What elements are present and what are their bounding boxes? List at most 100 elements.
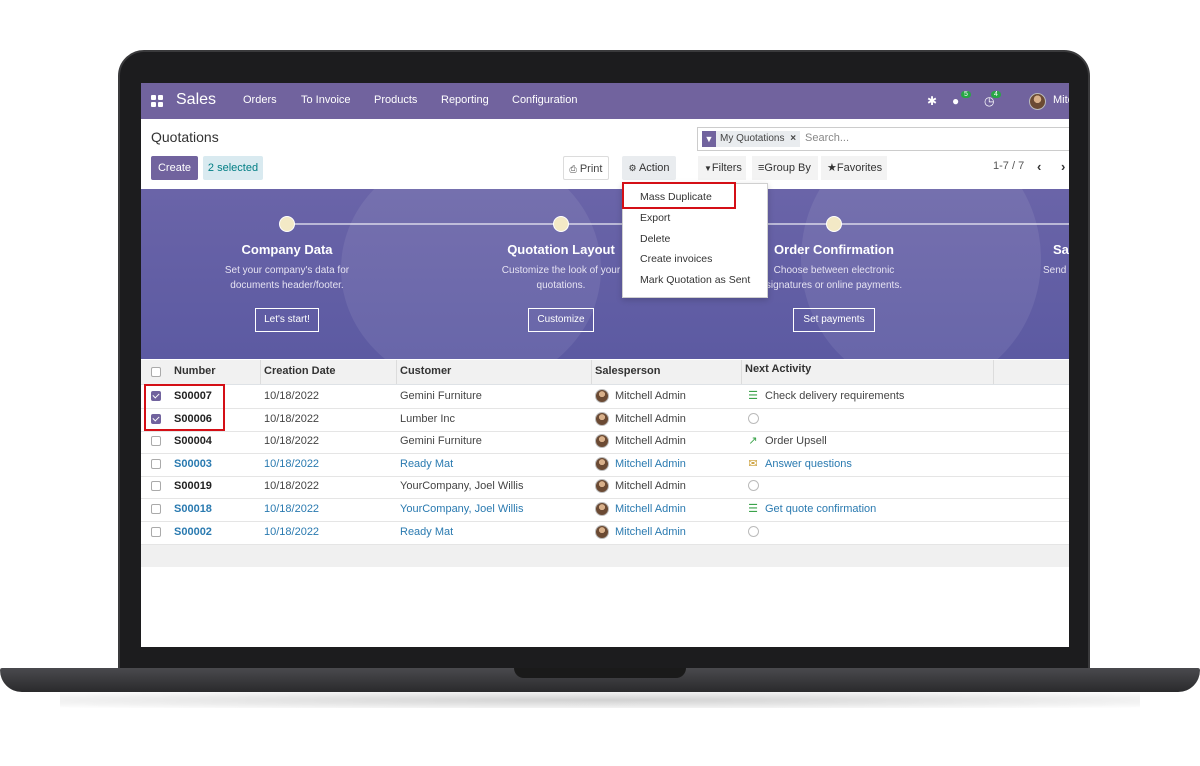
step-description: Set your company's data for documents hea… (224, 265, 350, 291)
customer-name: Ready Mat (400, 525, 454, 538)
header-next-activity[interactable]: Next Activity (745, 363, 811, 375)
favorites-label: Favorites (836, 162, 883, 174)
customer-name: YourCompany, Joel Willis (400, 480, 524, 493)
todo-icon[interactable]: ☰ (746, 390, 760, 402)
todo-icon[interactable]: ☰ (746, 503, 760, 515)
menu-products[interactable]: Products (374, 94, 417, 106)
next-activity: Get quote confirmation (765, 503, 877, 515)
table-row[interactable]: S00007 10/18/2022 Gemini Furniture Mitchell… (141, 385, 1069, 409)
list-footer (141, 545, 1069, 567)
row-checkbox[interactable] (151, 481, 161, 492)
header-number[interactable]: Number (174, 365, 216, 377)
salesperson-name: Mitchell Admin (615, 435, 686, 448)
table-row[interactable]: S00002 10/18/2022 Ready Mat Mitchell Admin (141, 521, 1069, 545)
clock-icon[interactable] (748, 412, 759, 424)
salesperson-avatar (595, 456, 609, 471)
laptop-notch (514, 668, 686, 678)
groupby-button[interactable]: ≡Group By (752, 156, 818, 180)
column-divider (260, 360, 261, 384)
select-all-checkbox[interactable] (151, 367, 161, 377)
order-number: S00004 (174, 435, 212, 448)
pager-value[interactable]: 1-7 / 7 (993, 160, 1024, 172)
lets-start-button[interactable]: Let's start! (255, 308, 319, 332)
app-switcher-icon[interactable] (151, 95, 163, 107)
menu-reporting[interactable]: Reporting (441, 94, 489, 106)
menu-item-mark-as-sent[interactable]: Mark Quotation as Sent (640, 274, 750, 286)
salesperson-avatar (595, 524, 609, 539)
salesperson-name: Mitchell Admin (615, 503, 686, 515)
table-row[interactable]: S00003 10/18/2022 Ready Mat Mitchell Admin A… (141, 453, 1069, 477)
header-salesperson[interactable]: Salesperson (595, 365, 660, 377)
next-page-icon[interactable]: › (1061, 159, 1065, 174)
app-screen: Sales Orders To Invoice Products Reporti… (141, 83, 1069, 647)
row-checkbox[interactable] (151, 526, 161, 537)
table-row[interactable]: S00018 10/18/2022 YourCompany, Joel Willis… (141, 498, 1069, 522)
search-bar[interactable]: ▼ My Quotations × Search... (697, 127, 1069, 151)
menu-to-invoice[interactable]: To Invoice (301, 94, 351, 106)
facet-remove-icon[interactable]: × (790, 133, 796, 144)
customize-button[interactable]: Customize (528, 308, 594, 332)
action-label: Action (638, 162, 670, 174)
menu-orders[interactable]: Orders (243, 94, 277, 106)
order-number: S00018 (174, 503, 212, 515)
salesperson-name: Mitchell Admin (615, 457, 686, 470)
salesperson-avatar (595, 502, 609, 516)
envelope-icon[interactable]: ✉ (746, 458, 760, 470)
clock-icon[interactable] (748, 480, 759, 492)
creation-date: 10/18/2022 (264, 525, 320, 538)
menu-item-create-invoices[interactable]: Create invoices (640, 253, 712, 265)
filters-button[interactable]: ▼Filters (698, 156, 746, 180)
step-dot (826, 216, 842, 232)
salesperson-avatar (595, 389, 609, 403)
step-dot (553, 216, 569, 232)
row-checkbox[interactable] (151, 436, 161, 447)
laptop-shadow (60, 692, 1140, 708)
chat-bubbles-icon[interactable]: ● (952, 94, 959, 108)
messages-badge: 5 (961, 91, 971, 98)
header-customer[interactable]: Customer (400, 365, 451, 377)
user-avatar[interactable] (1029, 93, 1046, 110)
favorites-button[interactable]: ★Favorites (821, 156, 887, 180)
search-input[interactable]: Search... (805, 132, 849, 144)
clock-icon[interactable] (748, 525, 759, 537)
menu-configuration[interactable]: Configuration (512, 94, 577, 106)
header-creation-date[interactable]: Creation Date (264, 365, 336, 377)
table-row[interactable]: S00019 10/18/2022 YourCompany, Joel Willis… (141, 475, 1069, 500)
star-icon: ★ (827, 162, 837, 174)
menu-item-export[interactable]: Export (640, 212, 670, 224)
menu-item-delete[interactable]: Delete (640, 233, 670, 245)
upsell-chart-icon[interactable]: ↗ (746, 435, 760, 447)
print-button[interactable]: ⎙ Print (563, 156, 609, 180)
column-divider (993, 360, 994, 384)
table-row[interactable]: S00006 10/18/2022 Lumber Inc Mitchell Admin (141, 408, 1069, 432)
table-row[interactable]: S00004 10/18/2022 Gemini Furniture Mitchell… (141, 430, 1069, 455)
creation-date: 10/18/2022 (264, 390, 320, 402)
salesperson-name: Mitchell Admin (615, 480, 686, 493)
app-name[interactable]: Sales (176, 91, 216, 109)
salesperson-name: Mitchell Admin (615, 525, 686, 538)
row-checkbox[interactable] (151, 458, 161, 469)
salesperson-avatar (595, 434, 609, 449)
create-button[interactable]: Create (151, 156, 198, 180)
salesperson-avatar (595, 411, 609, 426)
selected-count-badge[interactable]: 2 selected (203, 156, 263, 180)
order-number: S00003 (174, 457, 212, 470)
previous-page-icon[interactable]: ‹ (1037, 159, 1041, 174)
customer-name: Ready Mat (400, 457, 454, 470)
action-button[interactable]: ⚙ Action (622, 156, 676, 180)
highlight-mass-duplicate (622, 182, 736, 209)
creation-date: 10/18/2022 (264, 457, 320, 470)
row-checkbox[interactable] (151, 504, 161, 514)
next-activity: Check delivery requirements (765, 390, 905, 402)
facet-label: My Quotations (720, 133, 785, 144)
next-activity: Answer questions (765, 457, 852, 470)
set-payments-button[interactable]: Set payments (793, 308, 875, 332)
search-facet[interactable]: ▼ My Quotations × (702, 131, 801, 147)
groupby-label: Group By (764, 162, 811, 174)
user-name[interactable]: Mitc (1053, 94, 1069, 106)
debug-bug-icon[interactable]: ✱ (927, 94, 937, 108)
order-number: S00019 (174, 480, 212, 493)
table-header: Number Creation Date Customer Salesperso… (141, 360, 1069, 385)
page-title: Quotations (151, 129, 219, 145)
customer-name: Gemini Furniture (400, 390, 482, 402)
